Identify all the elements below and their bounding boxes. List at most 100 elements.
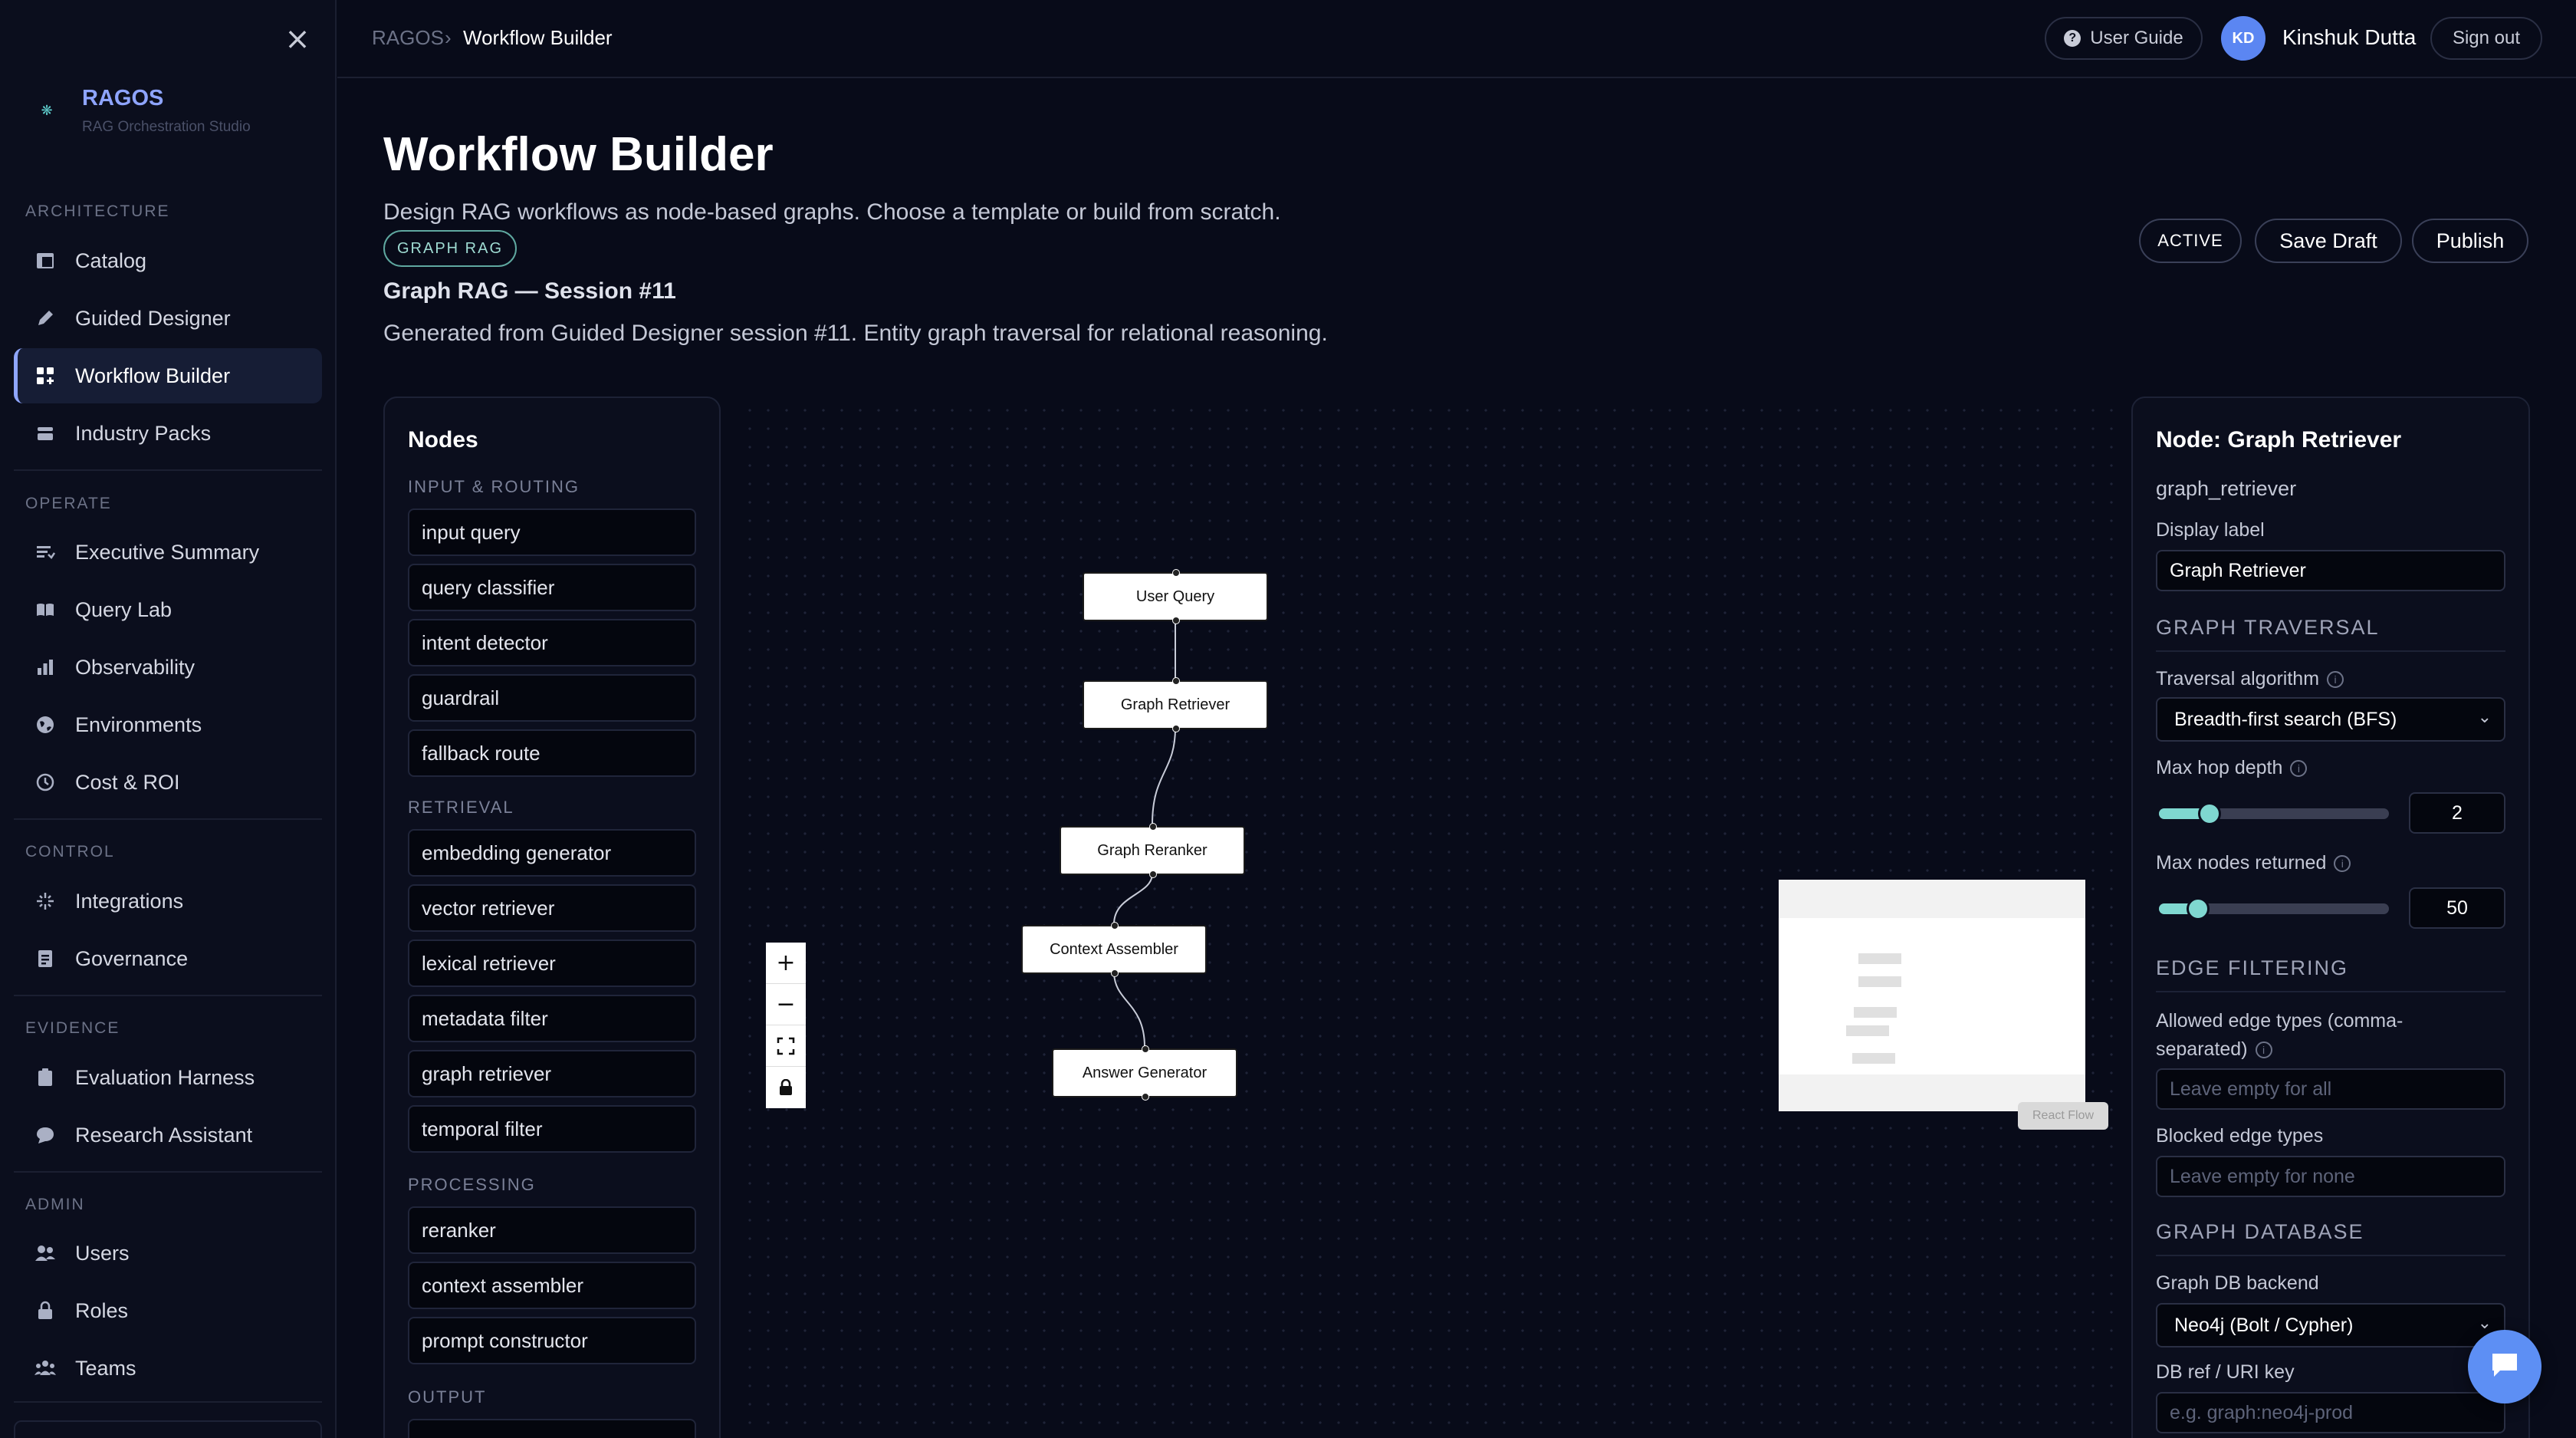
react-flow-attribution[interactable]: React Flow — [2018, 1102, 2108, 1130]
node-palette-item[interactable]: context assembler — [408, 1262, 696, 1309]
info-icon[interactable]: i — [2334, 855, 2351, 873]
lock-icon[interactable] — [766, 1067, 806, 1108]
nav-section-evidence: EVIDENCE — [25, 1019, 120, 1037]
sidebar-item-label: Users — [75, 1241, 130, 1265]
workflow-canvas[interactable]: User Query Graph Retriever Graph Reranke… — [736, 397, 2116, 1438]
node-palette-item[interactable]: intent detector — [408, 619, 696, 666]
traversal-algorithm-select[interactable]: Breadth-first search (BFS) ⌄ — [2156, 697, 2505, 742]
minimap[interactable] — [1779, 880, 2085, 1111]
minimap-node — [1858, 953, 1901, 964]
edge[interactable] — [1152, 727, 1176, 825]
nav-divider — [14, 1401, 322, 1403]
node-palette-item[interactable]: prompt constructor — [408, 1317, 696, 1364]
logo-icon: ❋ — [41, 103, 53, 118]
node-handle[interactable] — [1172, 617, 1180, 624]
node-palette-item[interactable] — [408, 1419, 696, 1438]
info-icon[interactable]: i — [2290, 760, 2308, 778]
node-palette-item[interactable]: vector retriever — [408, 884, 696, 932]
edge[interactable] — [1113, 873, 1153, 925]
node-handle[interactable] — [1172, 725, 1180, 732]
max-nodes-input[interactable]: 50 — [2409, 887, 2505, 929]
node-palette-item[interactable]: graph retriever — [408, 1050, 696, 1097]
flow-node-graph-retriever[interactable]: Graph Retriever — [1083, 677, 1268, 732]
max-nodes-slider[interactable] — [2159, 897, 2389, 920]
sidebar-item-workflow-builder[interactable]: Workflow Builder — [14, 348, 322, 403]
close-sidebar-icon[interactable]: × — [284, 24, 311, 54]
node-id: graph_retriever — [2156, 477, 2297, 500]
sidebar-item-observability[interactable]: Observability — [14, 640, 322, 695]
node-handle[interactable] — [1111, 922, 1119, 930]
node-handle[interactable] — [1111, 969, 1119, 977]
breadcrumb-root[interactable]: RAGOS — [372, 26, 444, 50]
flow-node-user-query[interactable]: User Query — [1083, 569, 1268, 624]
slider-thumb[interactable] — [2187, 897, 2210, 920]
zoom-in-icon[interactable]: + — [766, 943, 806, 984]
status-badge: ACTIVE — [2139, 219, 2242, 263]
sidebar-item-catalog[interactable]: Catalog — [14, 233, 322, 288]
node-handle[interactable] — [1149, 870, 1157, 878]
edge[interactable] — [1113, 971, 1145, 1048]
sidebar-item-roles[interactable]: Roles — [14, 1283, 322, 1338]
sidebar-item-executive-summary[interactable]: Executive Summary — [14, 525, 322, 580]
sign-out-button[interactable]: Sign out — [2430, 17, 2542, 60]
db-ref-input[interactable] — [2156, 1392, 2505, 1433]
max-hop-depth-input[interactable]: 2 — [2409, 792, 2505, 834]
node-handle[interactable] — [1142, 1045, 1149, 1053]
node-palette-item[interactable]: reranker — [408, 1206, 696, 1254]
session-description: Generated from Guided Designer session #… — [383, 321, 1328, 346]
grid-plus-icon — [34, 364, 57, 387]
group-label-retrieval: RETRIEVAL — [408, 798, 514, 817]
avatar[interactable]: KD — [2221, 16, 2266, 61]
save-draft-button[interactable]: Save Draft — [2255, 219, 2402, 263]
flow-node-answer-generator[interactable]: Answer Generator — [1052, 1045, 1237, 1101]
db-ref-label: DB ref / URI key — [2156, 1361, 2295, 1383]
sidebar-item-integrations[interactable]: Integrations — [14, 874, 322, 929]
fit-view-icon[interactable] — [766, 1025, 806, 1067]
display-label-label: Display label — [2156, 519, 2265, 541]
sidebar-item-evaluation-harness[interactable]: Evaluation Harness — [14, 1050, 322, 1105]
node-palette-item[interactable]: metadata filter — [408, 995, 696, 1042]
node-palette-item[interactable]: lexical retriever — [408, 939, 696, 987]
section-graph-database: GRAPH DATABASE — [2156, 1220, 2505, 1256]
node-palette-item[interactable]: query classifier — [408, 564, 696, 611]
sidebar-item-users[interactable]: Users — [14, 1226, 322, 1281]
node-palette-item[interactable]: input query — [408, 508, 696, 556]
clock-icon — [34, 771, 57, 794]
chat-launcher-button[interactable] — [2468, 1330, 2542, 1403]
zoom-out-icon[interactable]: − — [766, 984, 806, 1025]
sidebar-item-guided-designer[interactable]: Guided Designer — [14, 291, 322, 346]
nav-divider — [14, 995, 322, 996]
sidebar-item-industry-packs[interactable]: Industry Packs — [14, 406, 322, 461]
slider-thumb[interactable] — [2198, 802, 2221, 825]
node-palette-item[interactable]: fallback route — [408, 729, 696, 777]
allowed-edges-input[interactable] — [2156, 1068, 2505, 1110]
flow-node-graph-reranker[interactable]: Graph Reranker — [1060, 823, 1245, 878]
sidebar-item-cost-roi[interactable]: Cost & ROI — [14, 755, 322, 810]
flow-node-context-assembler[interactable]: Context Assembler — [1021, 922, 1207, 977]
info-icon[interactable]: i — [2327, 671, 2344, 689]
blocked-edges-input[interactable] — [2156, 1156, 2505, 1197]
max-hop-depth-slider[interactable] — [2159, 802, 2389, 825]
clipboard-icon — [34, 1066, 57, 1089]
sidebar-item-governance[interactable]: Governance — [14, 931, 322, 986]
info-icon[interactable]: i — [2255, 1041, 2272, 1059]
sidebar-item-teams[interactable]: Teams — [14, 1341, 322, 1396]
node-handle[interactable] — [1172, 677, 1180, 685]
node-handle[interactable] — [1142, 1093, 1149, 1101]
publish-button[interactable]: Publish — [2412, 219, 2528, 263]
user-guide-button[interactable]: ? User Guide — [2045, 17, 2203, 60]
nav-section-architecture: ARCHITECTURE — [25, 202, 170, 220]
sidebar-item-research-assistant[interactable]: Research Assistant — [14, 1107, 322, 1163]
sidebar-item-label: Workflow Builder — [75, 364, 231, 387]
chat-icon — [2489, 1351, 2520, 1384]
node-handle[interactable] — [1149, 823, 1157, 831]
node-handle[interactable] — [1172, 569, 1180, 577]
node-palette-item[interactable]: guardrail — [408, 674, 696, 722]
sidebar-item-environments[interactable]: Environments — [14, 697, 322, 752]
node-palette-item[interactable]: temporal filter — [408, 1105, 696, 1153]
node-palette-item[interactable]: embedding generator — [408, 829, 696, 877]
db-backend-select[interactable]: Neo4j (Bolt / Cypher) ⌄ — [2156, 1303, 2505, 1348]
brand-subtitle: RAG Orchestration Studio — [82, 119, 251, 135]
sidebar-item-query-lab[interactable]: Query Lab — [14, 582, 322, 637]
display-label-input[interactable] — [2156, 550, 2505, 591]
